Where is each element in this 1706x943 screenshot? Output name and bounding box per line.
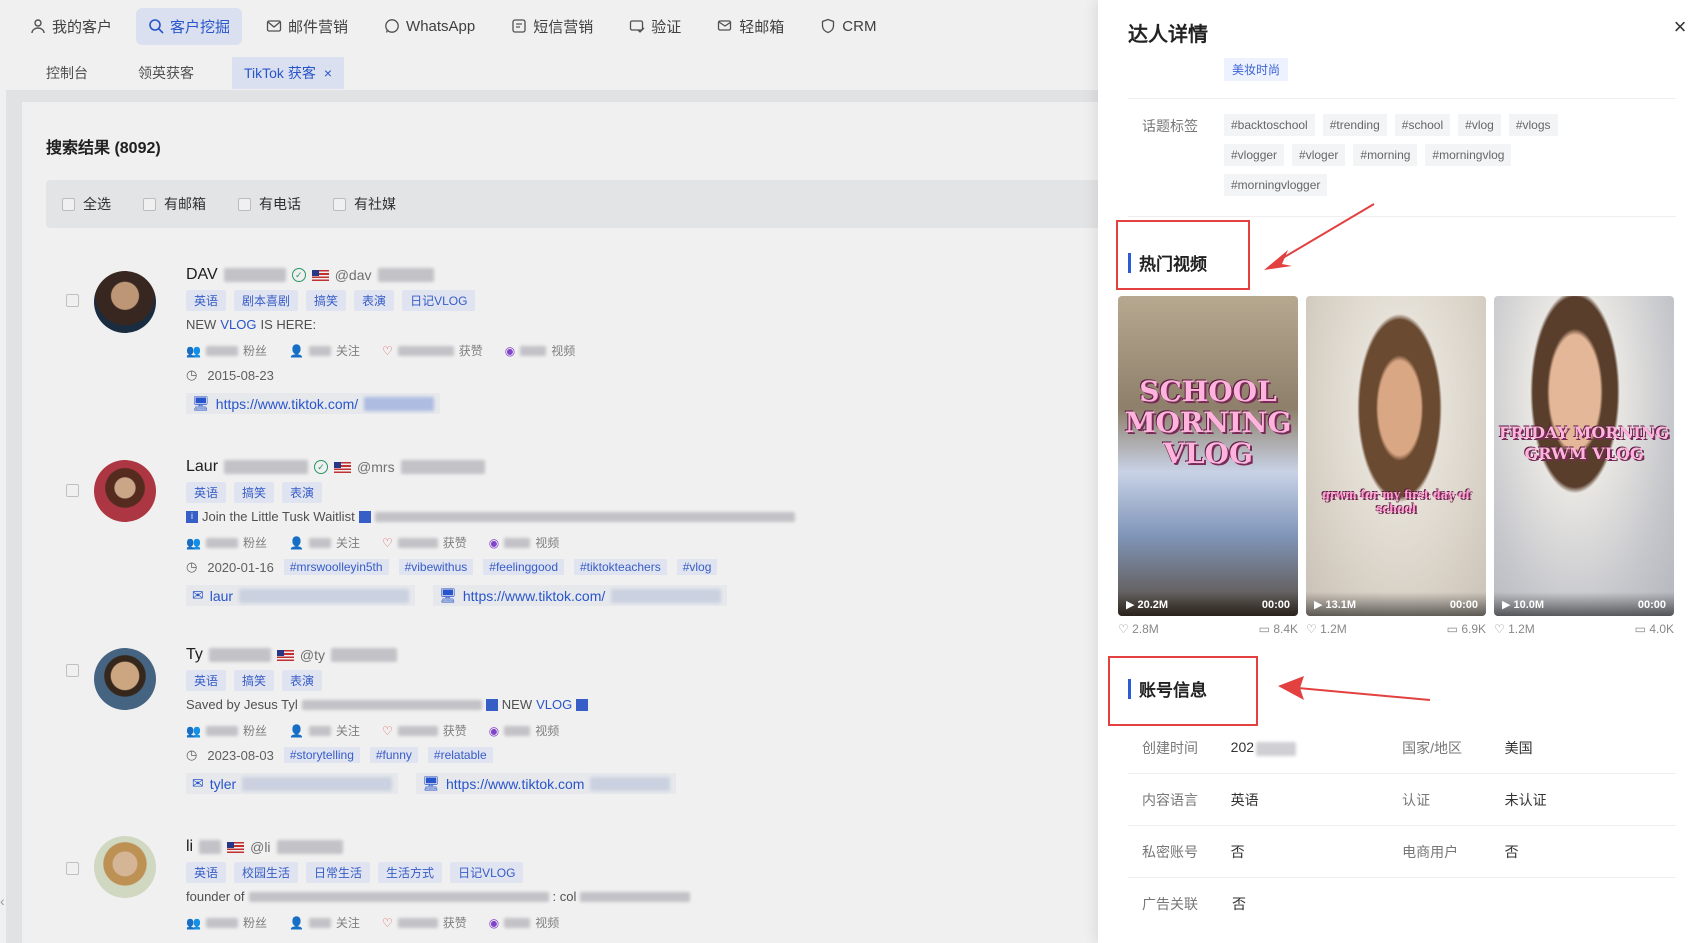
video-card[interactable]: FRIDAY MORNING GRWM VLOG ▶ 10.0M 00:00: [1494, 296, 1674, 616]
info-value: 美国: [1504, 739, 1533, 756]
video-meta: ♡ 1.2M ▭ 4.0K: [1494, 622, 1674, 636]
info-value: 英语: [1230, 791, 1259, 808]
video-duration: 00:00: [1637, 599, 1666, 611]
topic-tag[interactable]: #vlog: [1458, 114, 1501, 136]
creator-detail-drawer: 达人详情 × 美妆时尚 话题标签 #backtoschool #trending…: [1098, 0, 1706, 943]
video-footer: ▶ 20.2M 00:00: [1118, 592, 1298, 616]
video-likes: ♡ 1.2M: [1306, 622, 1347, 636]
info-row: 内容语言 英语 认证 未认证: [1128, 774, 1676, 826]
chevron-left-icon[interactable]: ‹: [0, 893, 5, 909]
likes-value: 1.2M: [1320, 622, 1347, 636]
topic-tag[interactable]: #vlogs: [1508, 114, 1558, 136]
divider: [1128, 216, 1676, 217]
heart-icon: ♡: [1306, 622, 1321, 636]
comment-icon: ▭: [1446, 622, 1462, 636]
heart-icon: ♡: [1494, 622, 1509, 636]
info-value: 否: [1504, 843, 1519, 860]
info-row: 私密账号 否 电商用户 否: [1128, 826, 1676, 878]
annotation-box: [1108, 656, 1258, 726]
topic-tag[interactable]: #morning: [1353, 144, 1418, 166]
annotation-arrow: [1278, 676, 1431, 701]
likes-value: 2.8M: [1132, 622, 1159, 636]
info-value: 未认证: [1504, 791, 1547, 808]
comment-icon: ▭: [1634, 622, 1650, 636]
info-row: 创建时间 202 国家/地区 美国: [1128, 722, 1676, 774]
drawer-title: 达人详情: [1128, 24, 1208, 46]
close-icon[interactable]: ×: [1668, 16, 1692, 40]
annotation-box: [1116, 220, 1250, 290]
video-likes: ♡ 1.2M: [1494, 622, 1535, 636]
info-label: 电商用户: [1402, 843, 1459, 860]
video-meta: ♡ 2.8M ▭ 8.4K: [1118, 622, 1298, 636]
annotation-arrow: [1264, 203, 1375, 270]
topic-tag[interactable]: #vlogger: [1224, 144, 1285, 166]
likes-value: 1.2M: [1508, 622, 1535, 636]
info-value-text: 202: [1230, 739, 1255, 756]
video-overlay-text: SCHOOL MORNING VLOG: [1124, 375, 1292, 470]
topic-label: 话题标签: [1142, 118, 1198, 134]
video-comments: ▭ 4.0K: [1635, 622, 1674, 636]
info-label: 创建时间: [1142, 739, 1198, 756]
topic-tags: #backtoschool #trending #school #vlog #v…: [1224, 114, 1604, 196]
video-plays: ▶ 20.2M: [1126, 599, 1169, 611]
topic-tag[interactable]: #trending: [1322, 114, 1387, 136]
video-card[interactable]: SCHOOL MORNING VLOG ▶ 20.2M 00:00: [1118, 296, 1298, 616]
video-duration: 00:00: [1449, 599, 1478, 611]
video-likes: ♡ 2.8M: [1118, 622, 1159, 636]
info-label: 私密账号: [1142, 843, 1198, 860]
divider: [1128, 98, 1676, 99]
topic-tag[interactable]: #morningvlogger: [1224, 174, 1328, 196]
video-footer: ▶ 10.0M 00:00: [1494, 592, 1674, 616]
video-comments: ▭ 6.9K: [1447, 622, 1486, 636]
redacted-text: [1256, 741, 1297, 756]
modal-overlay[interactable]: [0, 0, 1100, 943]
video-thumbnail: [1306, 296, 1486, 616]
info-value: 否: [1232, 896, 1246, 912]
comments-value: 6.9K: [1461, 622, 1486, 636]
heart-icon: ♡: [1118, 622, 1133, 636]
info-value: 202: [1230, 739, 1402, 756]
video-footer: ▶ 13.1M 00:00: [1306, 592, 1486, 616]
info-label: 广告关联: [1142, 896, 1198, 912]
comments-value: 8.4K: [1273, 622, 1298, 636]
topic-tag[interactable]: #backtoschool: [1224, 114, 1315, 136]
comment-icon: ▭: [1258, 622, 1274, 636]
info-label: 认证: [1402, 791, 1431, 808]
video-overlay-text: grwm for my first day of school: [1322, 488, 1470, 515]
info-row: 广告关联 否: [1128, 878, 1676, 930]
video-comments: ▭ 8.4K: [1259, 622, 1298, 636]
info-label: 国家/地区: [1402, 739, 1462, 756]
comments-value: 4.0K: [1649, 622, 1674, 636]
video-duration: 00:00: [1261, 599, 1290, 611]
category-tag: 美妆时尚: [1224, 58, 1289, 81]
video-plays: ▶ 13.1M: [1314, 599, 1357, 611]
video-meta: ♡ 1.2M ▭ 6.9K: [1306, 622, 1486, 636]
video-plays: ▶ 10.0M: [1502, 599, 1545, 611]
video-overlay-text: FRIDAY MORNING GRWM VLOG: [1499, 423, 1669, 463]
topic-tag[interactable]: #school: [1394, 114, 1451, 136]
video-card[interactable]: grwm for my first day of school ▶ 13.1M 0…: [1306, 296, 1486, 616]
topic-tag[interactable]: #morningvlog: [1425, 144, 1512, 166]
info-value: 否: [1230, 843, 1245, 860]
info-label: 内容语言: [1142, 791, 1198, 808]
topic-tag[interactable]: #vloger: [1292, 144, 1346, 166]
